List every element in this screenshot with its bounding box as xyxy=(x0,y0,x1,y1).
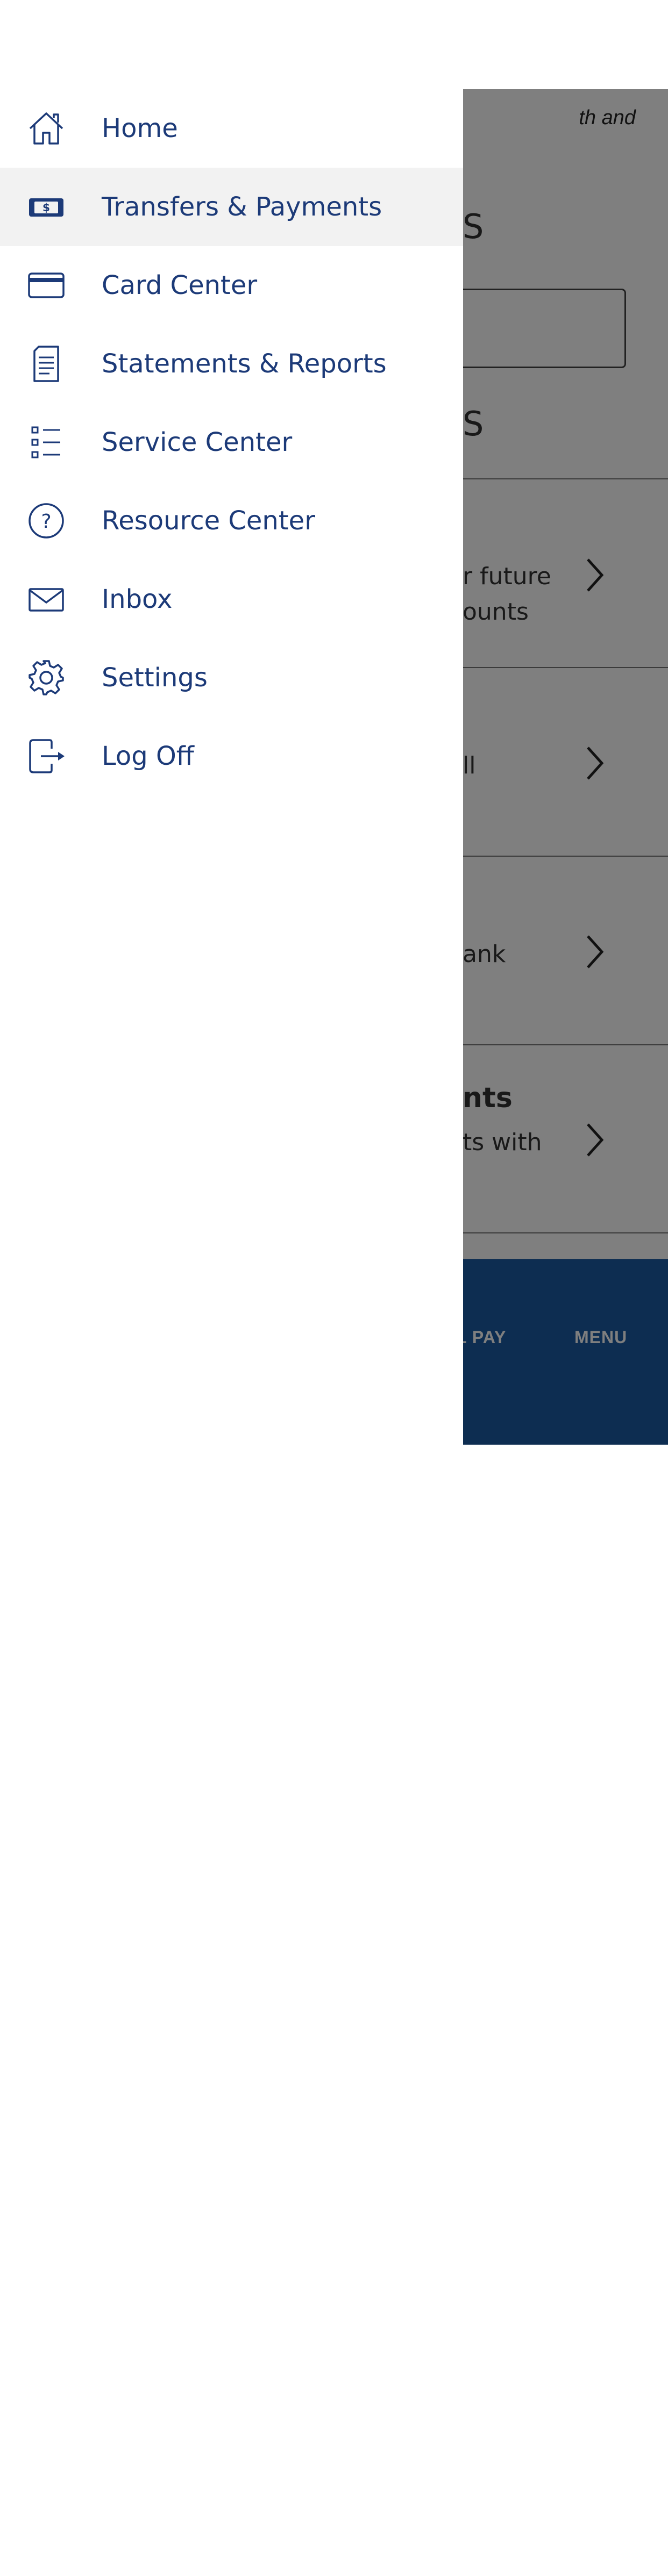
menu-label: Card Center xyxy=(102,270,258,300)
menu-label: Inbox xyxy=(102,584,173,614)
menu-item-resource-center[interactable]: ? Resource Center xyxy=(0,482,463,560)
svg-text:?: ? xyxy=(41,511,51,533)
menu-label: Statements & Reports xyxy=(102,349,387,379)
home-icon xyxy=(27,109,66,148)
dollar-icon: $ xyxy=(453,2538,477,2576)
menu-label: Log Off xyxy=(102,741,194,771)
svg-text:$: $ xyxy=(42,201,50,214)
menu-label: Settings xyxy=(102,663,208,693)
svg-text:$: $ xyxy=(453,2538,477,2576)
document-icon xyxy=(27,345,66,383)
menu-label: Resource Center xyxy=(102,506,315,536)
menu-item-home[interactable]: Home xyxy=(0,89,463,168)
cash-icon: $ xyxy=(27,188,66,226)
list-icon xyxy=(581,2538,619,2574)
menu-item-card-center[interactable]: Card Center xyxy=(0,246,463,325)
help-circle-icon: ? xyxy=(27,501,66,540)
menu-label: Service Center xyxy=(102,427,293,457)
gear-icon xyxy=(27,658,66,697)
menu-item-log-off[interactable]: Log Off xyxy=(0,717,463,795)
navigation-drawer: Home $ Transfers & Payments Card Center … xyxy=(0,89,463,1445)
menu-item-transfers-payments[interactable]: $ Transfers & Payments xyxy=(0,168,463,246)
status-bar-area xyxy=(0,0,668,89)
menu-item-inbox[interactable]: Inbox xyxy=(0,560,463,638)
menu-item-statements-reports[interactable]: Statements & Reports xyxy=(0,325,463,403)
credit-card-icon xyxy=(27,266,66,305)
menu-item-settings[interactable]: Settings xyxy=(0,638,463,717)
envelope-icon xyxy=(27,580,66,619)
menu-label: Transfers & Payments xyxy=(102,192,382,222)
menu-label: Home xyxy=(102,113,178,143)
checklist-icon xyxy=(27,423,66,462)
menu-item-service-center[interactable]: Service Center xyxy=(0,403,463,482)
logout-icon xyxy=(27,737,66,776)
